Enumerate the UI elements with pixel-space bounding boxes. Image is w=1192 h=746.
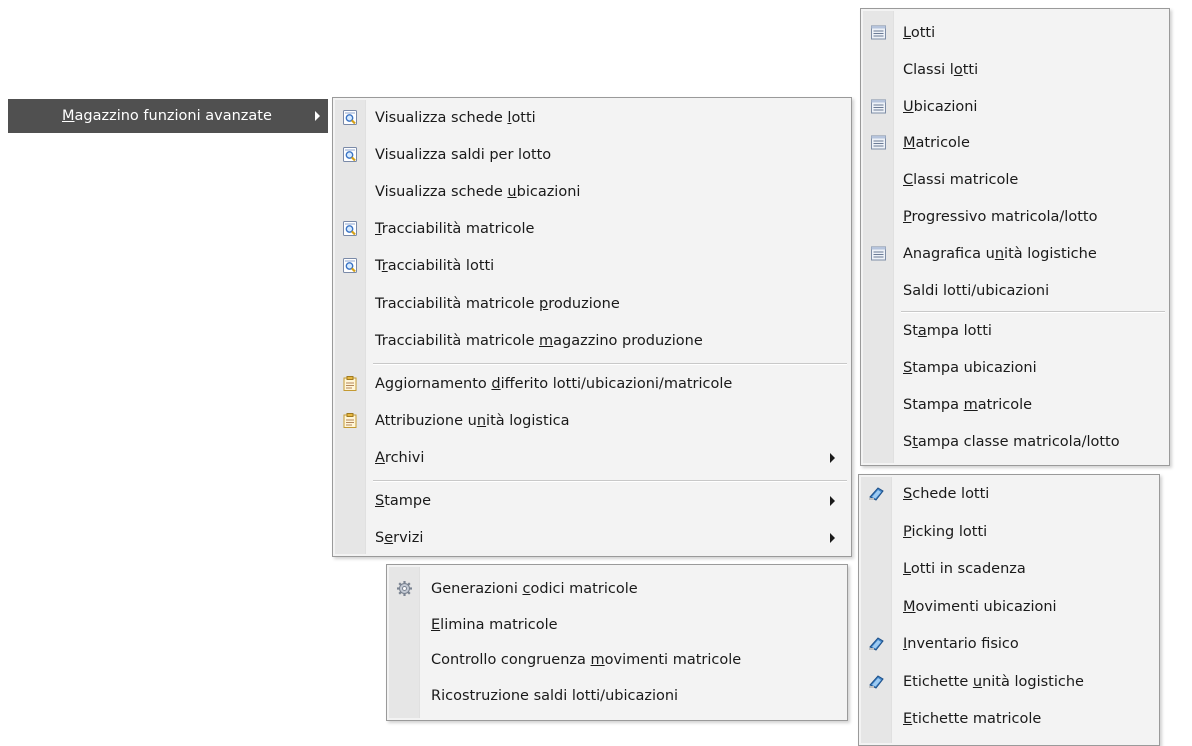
menu-item-label: Saldi lotti/ubicazioni <box>903 282 1050 299</box>
submenu-stampe: Schede lotti Picking lotti Lotti in scaden… <box>858 474 1160 746</box>
list-icon <box>870 24 887 41</box>
menu-item-classi-lotti[interactable]: Classi lotti <box>861 53 1169 87</box>
menu-item-movimenti-ubicazioni[interactable]: Movimenti ubicazioni <box>859 590 1159 624</box>
submenu-magazzino-funzioni-avanzate: Visualizza schede lotti Visualizza saldi … <box>332 97 852 557</box>
menu-item-label: Tracciabilità matricole <box>375 221 535 238</box>
menu-item-label: Stampe <box>375 493 432 509</box>
list-icon <box>870 245 887 262</box>
menu-item-label: Classi lotti <box>903 61 979 78</box>
search-icon <box>342 109 359 126</box>
search-icon <box>342 220 359 237</box>
menu-item-label: Inventario fisico <box>903 636 1019 652</box>
menu-item-label: Schede lotti <box>903 486 990 502</box>
menu-item-label: Progressivo matricola/lotto <box>903 209 1098 225</box>
document-icon <box>342 375 359 392</box>
menu-item-label: Visualizza schede ubicazioni <box>375 184 581 201</box>
submenu-arrow-icon <box>315 111 320 121</box>
menu-item-stampe[interactable]: Stampe <box>333 484 851 518</box>
menu-item-label: Archivi <box>375 449 425 466</box>
menu-item-picking-lotti[interactable]: Picking lotti <box>859 515 1159 549</box>
menu-item-label: Picking lotti <box>903 523 988 540</box>
submenu-archivi: Lotti Classi lotti Ubicazioni Matricole Clas… <box>860 8 1170 466</box>
menu-item-label: Stampa lotti <box>903 323 992 340</box>
menu-item-stampa-lotti[interactable]: Stampa lotti <box>861 314 1169 348</box>
menu-item-label: Aggiornamento differito lotti/ubicazioni… <box>375 375 733 392</box>
menu-item-label: Tracciabilità matricole produzione <box>375 295 620 312</box>
menu-item-label: Movimenti ubicazioni <box>903 598 1057 615</box>
menu-item-label: Ubicazioni <box>903 98 978 115</box>
menu-item-label: Visualizza schede lotti <box>375 110 536 126</box>
submenu-arrow-icon <box>830 496 835 506</box>
menu-item-label: Stampa classe matricola/lotto <box>903 433 1120 450</box>
menu-item-stampa-ubicazioni[interactable]: Stampa ubicazioni <box>861 351 1169 385</box>
menu-item-servizi[interactable]: Servizi <box>333 521 851 555</box>
menu-item-label: Lotti <box>903 25 936 41</box>
menu-separator <box>373 480 847 482</box>
menu-item-tracciabilità-matricole[interactable]: Tracciabilità matricole <box>333 212 851 246</box>
menu-item-elimina-matricole[interactable]: Elimina matricole <box>387 608 847 642</box>
menu-item-label: Generazioni codici matricole <box>431 581 638 597</box>
list-icon <box>870 98 887 115</box>
menu-item-etichette-unità-logistiche[interactable]: Etichette unità logistiche <box>859 665 1159 699</box>
print-icon <box>868 635 885 652</box>
submenu-servizi: Generazioni codici matricole Elimina matr… <box>386 564 848 721</box>
search-icon <box>342 257 359 274</box>
menu-item-tracciabilità-matricole-magazzino-produzione[interactable]: Tracciabilità matricole magazzino produz… <box>333 324 851 358</box>
menu-item-label: Anagrafica unità logistiche <box>903 245 1097 262</box>
menu-item-label: Attribuzione unità logistica <box>375 412 570 429</box>
menu-item-ubicazioni[interactable]: Ubicazioni <box>861 90 1169 124</box>
menu-item-label: Matricole <box>903 135 970 152</box>
menu-item-inventario-fisico[interactable]: Inventario fisico <box>859 627 1159 661</box>
menu-item-ricostruzione-saldi-lotti-ubicazioni[interactable]: Ricostruzione saldi lotti/ubicazioni <box>387 679 847 713</box>
menu-item-label: Visualizza saldi per lotto <box>375 147 552 164</box>
menu-item-lotti-in-scadenza[interactable]: Lotti in scadenza <box>859 552 1159 586</box>
menu-item-magazzino-funzioni-avanzate[interactable]: Magazzino funzioni avanzate <box>8 99 328 133</box>
menu-item-saldi-lotti-ubicazioni[interactable]: Saldi lotti/ubicazioni <box>861 274 1169 308</box>
menu-item-visualizza-schede-ubicazioni[interactable]: Visualizza schede ubicazioni <box>333 175 851 209</box>
search-icon <box>342 146 359 163</box>
menu-item-anagrafica-unità-logistiche[interactable]: Anagrafica unità logistiche <box>861 237 1169 271</box>
menu-item-progressivo-matricola-lotto[interactable]: Progressivo matricola/lotto <box>861 200 1169 234</box>
menu-item-label: Etichette matricole <box>903 711 1042 727</box>
menu-item-label: Tracciabilità matricole magazzino produz… <box>375 332 703 349</box>
menu-item-stampa-matricole[interactable]: Stampa matricole <box>861 388 1169 422</box>
list-icon <box>870 134 887 151</box>
menu-item-visualizza-schede-lotti[interactable]: Visualizza schede lotti <box>333 101 851 135</box>
menu-item-generazioni-codici-matricole[interactable]: Generazioni codici matricole <box>387 572 847 606</box>
menu-item-archivi[interactable]: Archivi <box>333 441 851 475</box>
menu-separator <box>901 311 1165 314</box>
submenu-arrow-icon <box>830 533 835 544</box>
menu-item-label: Ricostruzione saldi lotti/ubicazioni <box>431 687 679 704</box>
menu-item-label: Servizi <box>375 530 424 547</box>
menu-item-label: Stampa matricole <box>903 397 1033 413</box>
menu-item-attribuzione-unità-logistica[interactable]: Attribuzione unità logistica <box>333 404 851 438</box>
document-icon <box>342 412 359 429</box>
menu-item-label: Tracciabilità lotti <box>375 258 495 275</box>
menu-item-label: Lotti in scadenza <box>903 561 1026 577</box>
menu-item-matricole[interactable]: Matricole <box>861 126 1169 160</box>
menu-item-label: Elimina matricole <box>431 616 558 633</box>
menu-item-label: Etichette unità logistiche <box>903 673 1084 690</box>
gear-icon <box>396 580 413 597</box>
print-icon <box>868 485 885 502</box>
menu-item-controllo-congruenza-movimenti-matricole[interactable]: Controllo congruenza movimenti matricole <box>387 643 847 677</box>
menu-item-label: Stampa ubicazioni <box>903 360 1037 377</box>
menu-item-tracciabilità-lotti[interactable]: Tracciabilità lotti <box>333 249 851 283</box>
menu-item-stampa-classe-matricola-lotto[interactable]: Stampa classe matricola/lotto <box>861 425 1169 459</box>
menu-item-etichette-matricole[interactable]: Etichette matricole <box>859 702 1159 736</box>
menu-separator <box>373 362 847 365</box>
menu-item-label: Classi matricole <box>903 172 1019 189</box>
menu-item-tracciabilità-matricole-produzione[interactable]: Tracciabilità matricole produzione <box>333 287 851 321</box>
menu-item-classi-matricole[interactable]: Classi matricole <box>861 163 1169 197</box>
menu-item-label: Magazzino funzioni avanzate <box>62 108 272 124</box>
menu-item-lotti[interactable]: Lotti <box>861 16 1169 50</box>
menu-item-aggiornamento-differito-lotti-ubicazioni-matricole[interactable]: Aggiornamento differito lotti/ubicazioni… <box>333 367 851 401</box>
submenu-arrow-icon <box>830 452 835 463</box>
menu-item-visualizza-saldi-per-lotto[interactable]: Visualizza saldi per lotto <box>333 138 851 172</box>
print-icon <box>868 673 885 690</box>
menu-item-schede-lotti[interactable]: Schede lotti <box>859 477 1159 511</box>
menu-item-label: Controllo congruenza movimenti matricole <box>431 652 742 668</box>
